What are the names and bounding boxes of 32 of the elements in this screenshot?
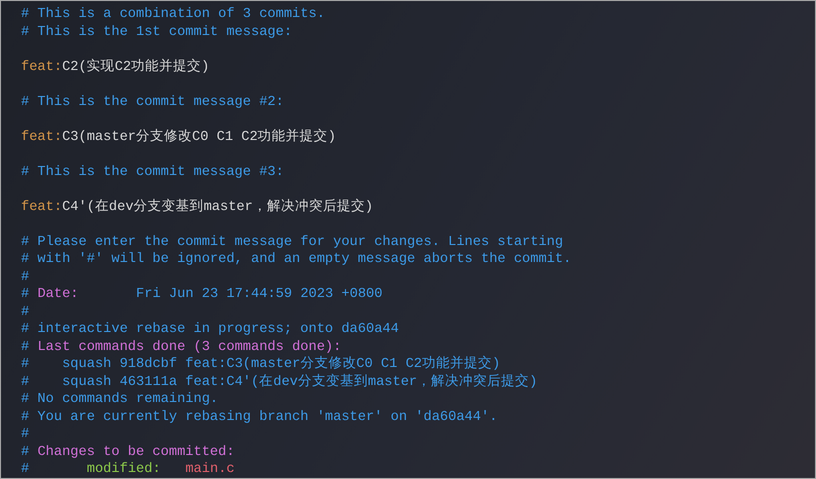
comment-text: # <box>21 426 30 444</box>
comment-text: # interactive rebase in progress; onto da60a44 <box>21 321 399 338</box>
keyword-text: feat: <box>21 198 62 216</box>
comment-text: # <box>21 338 30 356</box>
heading-text: Date: <box>37 286 79 304</box>
message-text: C2(实现C2功能并提交) <box>62 58 210 76</box>
comment-text: squash 918dcbf feat:C3(master分支修改C0 C1 C2功能并提交) <box>62 356 500 374</box>
comment-text: # Please enter the commit message for your changes. Lines starting <box>21 234 564 251</box>
comment-text: # <box>21 356 30 374</box>
comment-text: # This is the commit message #2: <box>21 94 284 111</box>
keyword-text: feat: <box>21 128 62 146</box>
comment-text: # This is a combination of 3 commits. <box>21 6 325 24</box>
comment-text: # You are currently rebasing branch 'master' on 'da60a44'. <box>21 408 498 426</box>
heading-text: Changes to be committed: <box>37 444 235 461</box>
comment-text: # This is the 1st commit message: <box>21 24 292 41</box>
date-text: Fri Jun 23 17:44:59 2023 +0800 <box>136 286 382 304</box>
comment-text: # <box>21 268 30 286</box>
comment-text: # <box>21 304 30 321</box>
comment-text: # No commands remaining. <box>21 391 218 408</box>
heading-text: Last commands done (3 commands done): <box>37 338 342 356</box>
comment-text: # <box>21 374 30 391</box>
comment-text: squash 463111a feat:C4'(在dev分支变基到master，解决冲突后提交) <box>62 374 538 391</box>
comment-text: # with '#' will be ignored, and an empty message aborts the commit. <box>21 251 572 268</box>
comment-text: # This is the commit message #3: <box>21 164 284 181</box>
file-name: main.c <box>185 461 235 478</box>
message-text: C3(master分支修改C0 C1 C2功能并提交) <box>62 128 336 146</box>
comment-text: # <box>21 286 30 304</box>
message-text: C4'(在dev分支变基到master，解决冲突后提交) <box>62 198 374 216</box>
comment-text: # <box>21 461 30 478</box>
status-text: modified: <box>86 461 161 478</box>
comment-text: # <box>21 444 30 461</box>
keyword-text: feat: <box>21 58 62 76</box>
